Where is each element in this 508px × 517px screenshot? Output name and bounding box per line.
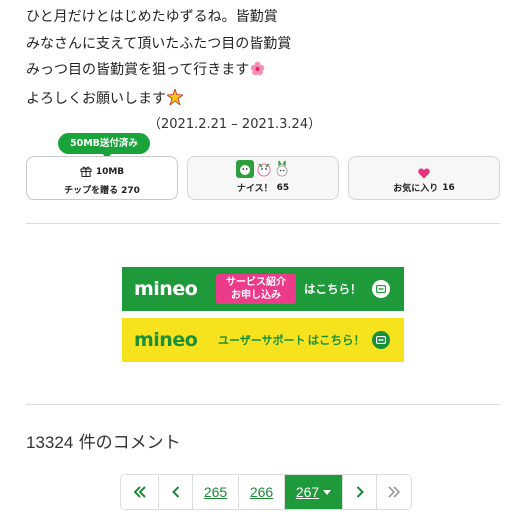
arrow-circle-icon	[372, 331, 390, 349]
arrow-circle-icon	[372, 280, 390, 298]
service-signup-box: サービス紹介 お申し込み	[216, 274, 296, 304]
chevron-left-icon	[171, 486, 179, 498]
mineo-logo: mineo	[134, 329, 198, 351]
chevron-right-icon	[356, 486, 364, 498]
post-line-2: みなさんに支えて頂いたふたつ目の皆勤賞	[26, 35, 292, 52]
nice-label: ナイス！	[236, 184, 273, 194]
service-cta: はこちら！	[304, 282, 362, 296]
last-page-button[interactable]	[377, 475, 411, 509]
gift-icon	[80, 165, 92, 180]
flower-emoji-icon	[250, 59, 265, 86]
first-page-button[interactable]	[121, 475, 159, 509]
current-page-dropdown[interactable]: 267	[285, 475, 343, 509]
post-body: ひと月だけとはじめたゆずるね。皆勤賞 みなさんに支えて頂いたふたつ目の皆勤賞 み…	[26, 4, 496, 114]
support-label: ユーザーサポート	[218, 334, 306, 347]
divider	[26, 404, 500, 405]
nice-button[interactable]: ナイス！ 65	[187, 156, 339, 200]
tip-label: チップを贈る	[64, 186, 119, 196]
heart-icon	[418, 164, 430, 179]
tip-button[interactable]: 10MB チップを贈る 270	[26, 156, 178, 200]
comment-count: 13324	[26, 433, 74, 452]
support-cta: はこちら！	[307, 333, 366, 347]
double-chevron-right-icon	[388, 486, 401, 498]
post-period: （2021.2.21 – 2021.3.24）	[148, 117, 322, 132]
page-266-link[interactable]: 266	[239, 475, 285, 509]
favorite-label: お気に入り	[393, 184, 439, 194]
comment-count-suffix: 件のコメント	[78, 433, 181, 453]
nice-count: 65	[276, 182, 290, 193]
tip-count: 270	[121, 186, 140, 196]
nice-stamp-icons	[236, 160, 290, 178]
post-line-4: よろしくお願いします	[26, 86, 496, 115]
next-page-button[interactable]	[343, 475, 377, 509]
sparkle-emoji-icon	[165, 87, 185, 115]
pagination: 265 266 267	[120, 474, 412, 510]
mineo-support-banner[interactable]: mineo ユーザーサポート はこちら！	[122, 318, 404, 362]
sent-badge: 50MB送付済み	[58, 133, 150, 159]
caret-down-icon	[323, 489, 332, 495]
page-265-link[interactable]: 265	[193, 475, 239, 509]
favorite-button[interactable]: お気に入り 16	[348, 156, 500, 200]
post-line-1: ひと月だけとはじめたゆずるね。皆勤賞	[26, 9, 278, 25]
post-line-3: みっつ目の皆勤賞を狙って行きます	[26, 57, 496, 86]
favorite-count: 16	[442, 182, 455, 193]
tip-amount: 10MB	[95, 167, 125, 177]
mineo-logo: mineo	[134, 278, 198, 300]
comment-count-heading: 13324 件のコメント	[26, 428, 181, 453]
divider	[26, 223, 500, 224]
double-chevron-left-icon	[133, 486, 146, 498]
mineo-service-banner[interactable]: mineo サービス紹介 お申し込み はこちら！	[122, 267, 404, 311]
prev-page-button[interactable]	[159, 475, 193, 509]
